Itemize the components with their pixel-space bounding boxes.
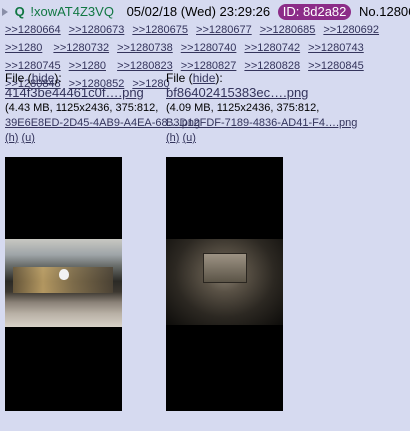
- container-boxes: [203, 253, 247, 283]
- backlink[interactable]: >>1280677: [196, 21, 252, 39]
- image-thumbnail-store[interactable]: [5, 157, 122, 411]
- backlink[interactable]: >>1280: [5, 39, 42, 57]
- file-label: File: [166, 71, 186, 85]
- backlink[interactable]: >>1280743: [308, 39, 364, 57]
- post-number-link[interactable]: No.1280616: [359, 3, 410, 21]
- file-label: File: [5, 71, 25, 85]
- post: Q !xowAT4Z3VQ 05/02/18 (Wed) 23:29:26 ID…: [0, 0, 410, 431]
- hide-link[interactable]: hide: [193, 71, 216, 85]
- backlink[interactable]: >>1280685: [260, 21, 316, 39]
- backlink[interactable]: >>1280673: [69, 21, 125, 39]
- post-menu-arrow-icon[interactable]: [2, 7, 8, 16]
- backlink[interactable]: >>1280692: [323, 21, 379, 39]
- file-meta: (4.43 MB, 1125x2436, 375:812,: [5, 102, 159, 114]
- file-original-name-line: 39E6E8ED-2D45-4AB9-A4EA-68….png: [5, 116, 200, 131]
- image-thumbnail-container[interactable]: [166, 157, 283, 411]
- file-label-line: File (hide):: [5, 71, 62, 85]
- backlink[interactable]: >>1280738: [117, 39, 173, 57]
- u-link[interactable]: (u): [22, 132, 35, 144]
- original-name-link[interactable]: B3D12FDF-7189-4836-AD41-F4….png: [166, 117, 357, 129]
- q-icon: Q: [14, 3, 25, 19]
- tripcode: !xowAT4Z3VQ: [30, 3, 114, 19]
- u-link[interactable]: (u): [183, 132, 196, 144]
- file-extra-links: (h) (u): [166, 131, 326, 146]
- hide-link[interactable]: hide: [32, 71, 55, 85]
- backlink[interactable]: >>1280742: [244, 39, 300, 57]
- h-link[interactable]: (h): [166, 132, 179, 144]
- file-info-1: File (hide): 414f3be44461c0f….png (4.43 …: [5, 71, 200, 146]
- store-photo: [5, 239, 122, 327]
- apple-logo-icon: [59, 269, 69, 280]
- file-label-line: File (hide):: [166, 71, 223, 85]
- container-interior-photo: [166, 239, 283, 325]
- post-header: Q !xowAT4Z3VQ 05/02/18 (Wed) 23:29:26 ID…: [0, 2, 410, 20]
- file-name-link[interactable]: 414f3be44461c0f….png: [5, 85, 165, 101]
- h-link[interactable]: (h): [5, 132, 18, 144]
- file-name-link[interactable]: bf86402415383ec….png: [166, 85, 326, 101]
- poster-id-badge[interactable]: ID: 8d2a82: [277, 3, 352, 20]
- file-info-2: File (hide): bf86402415383ec….png (4.09 …: [166, 71, 357, 146]
- file-extra-links: (h) (u): [5, 131, 165, 146]
- file-meta: (4.09 MB, 1125x2436, 375:812,: [166, 102, 320, 114]
- post-datetime: 05/02/18 (Wed) 23:29:26: [126, 3, 271, 19]
- backlink[interactable]: >>1280732: [53, 39, 109, 57]
- file-original-name-line: B3D12FDF-7189-4836-AD41-F4….png: [166, 116, 357, 131]
- backlink[interactable]: >>1280664: [5, 21, 61, 39]
- backlink[interactable]: >>1280675: [132, 21, 188, 39]
- backlink[interactable]: >>1280740: [181, 39, 237, 57]
